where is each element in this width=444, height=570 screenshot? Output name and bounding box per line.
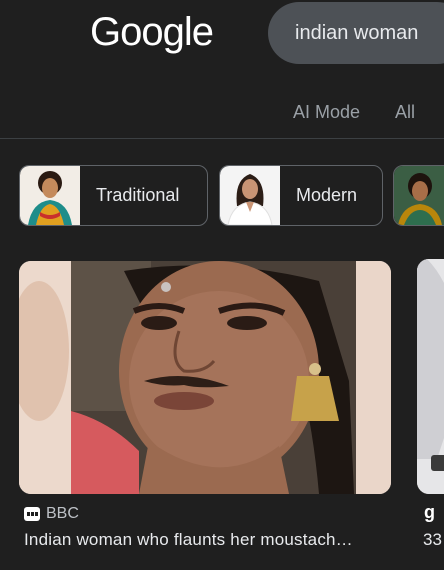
result-source[interactable]: BBC xyxy=(24,505,79,523)
result-image-secondary[interactable] xyxy=(417,259,444,494)
chip-modern[interactable]: Modern xyxy=(219,165,383,226)
search-tabs: AI Mode All xyxy=(0,102,444,124)
result-image-main[interactable] xyxy=(19,261,391,494)
search-query-text: indian woman xyxy=(295,21,419,44)
google-logo[interactable]: Google xyxy=(90,10,214,55)
chip-more-thumbnail xyxy=(394,166,444,225)
chip-traditional-label: Traditional xyxy=(96,185,180,205)
tab-all[interactable]: All xyxy=(395,102,415,123)
bbc-favicon-icon xyxy=(24,507,40,521)
header-divider xyxy=(0,138,444,139)
tab-ai-mode[interactable]: AI Mode xyxy=(293,102,360,123)
result-source-secondary[interactable]: g xyxy=(424,502,435,523)
chip-traditional[interactable]: Traditional xyxy=(19,165,208,226)
result-title-secondary[interactable]: 33 xyxy=(423,530,442,550)
chip-modern-thumbnail xyxy=(220,166,280,225)
google-image-search-page: Google indian woman AI Mode All Traditio… xyxy=(0,0,444,570)
chip-traditional-thumbnail xyxy=(20,166,80,225)
chip-modern-label: Modern xyxy=(296,185,358,205)
chip-more[interactable] xyxy=(393,165,444,226)
search-input[interactable]: indian woman xyxy=(268,2,444,64)
result-source-name: BBC xyxy=(46,505,79,522)
result-title[interactable]: Indian woman who flaunts her moustach… xyxy=(24,530,384,550)
